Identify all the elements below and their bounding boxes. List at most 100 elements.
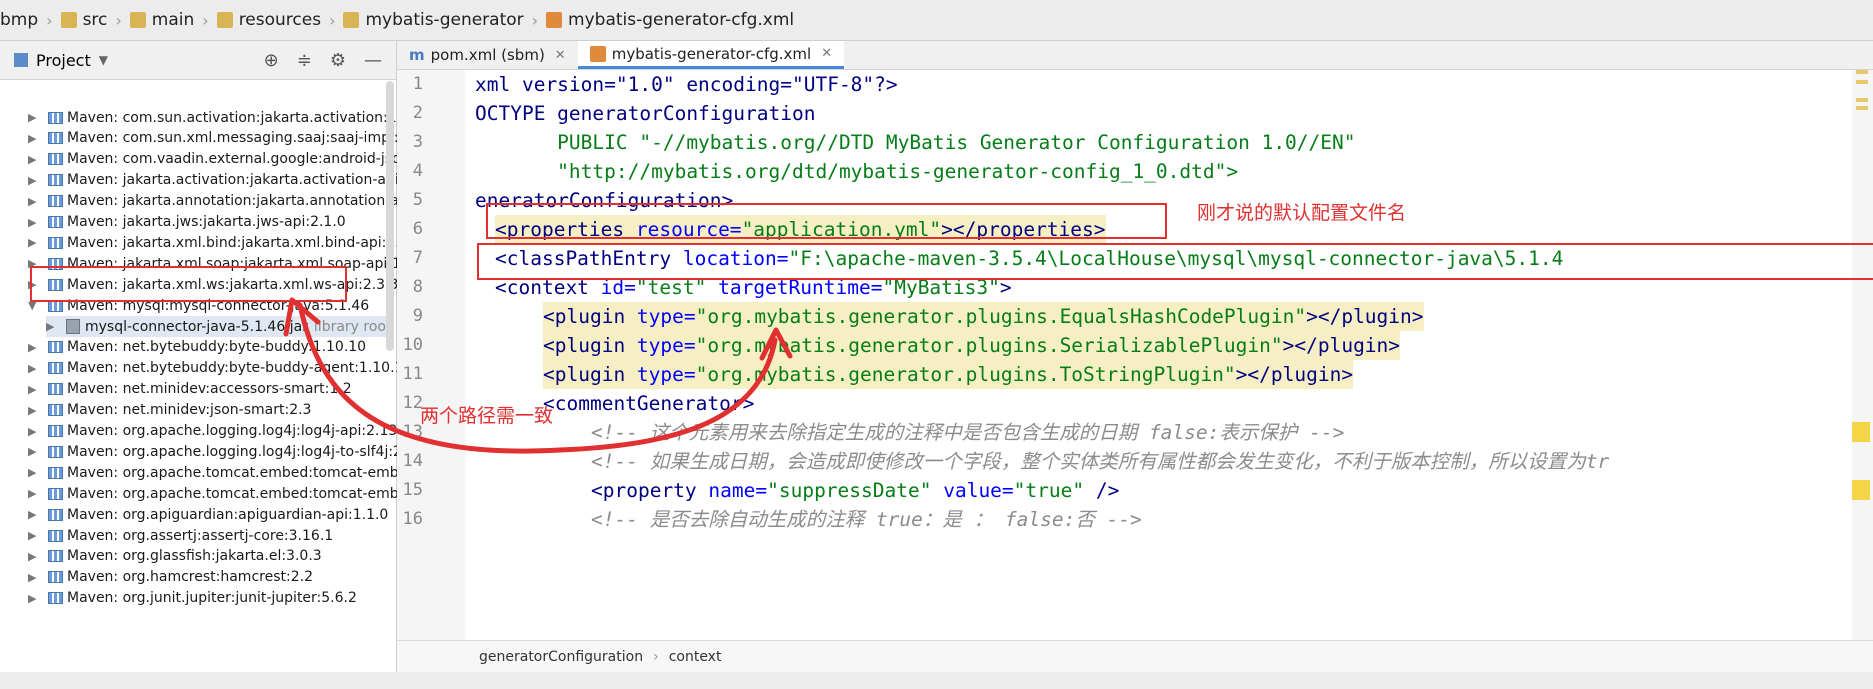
breadcrumb-label: mybatis-generator-cfg.xml <box>568 10 795 30</box>
status-bar <box>0 672 1873 689</box>
tree-item[interactable]: ▶ Maven: net.minidev:accessors-smart:1.2 <box>28 379 352 400</box>
chevron-right-icon[interactable]: ▶ <box>28 425 40 438</box>
tab-label: mybatis-generator-cfg.xml <box>611 44 812 63</box>
chevron-right-icon[interactable]: ▶ <box>28 487 40 500</box>
tree-item[interactable]: ▶ Maven: org.apache.tomcat.embed:tomcat-e… <box>28 462 443 483</box>
tree-item[interactable]: ▶ Maven: net.bytebuddy:byte-buddy:1.10.10 <box>28 337 366 358</box>
chevron-right-icon[interactable]: ▶ <box>28 592 40 605</box>
chevron-right-icon[interactable]: ▶ <box>28 174 40 187</box>
warning-marker[interactable] <box>1852 422 1870 442</box>
tree-item[interactable]: ▶ Maven: com.sun.activation:jakarta.activ… <box>28 107 423 128</box>
locate-icon[interactable]: ⊕ <box>264 50 279 71</box>
tree-item[interactable]: ▶ Maven: net.minidev:json-smart:2.3 <box>28 400 311 421</box>
warning-marker[interactable] <box>1852 480 1870 500</box>
tab-label: pom.xml (sbm) <box>430 46 545 64</box>
breadcrumb-label: mybatis-generator <box>365 10 524 30</box>
tree-item-label: Maven: org.apiguardian:apiguardian-api:1… <box>67 506 389 523</box>
breadcrumb-label: resources <box>238 10 322 30</box>
line-number: 9 <box>412 306 423 326</box>
library-icon <box>48 383 63 396</box>
tab-mybatis-generator-cfg[interactable]: mybatis-generator-cfg.xml ✕ <box>577 41 845 69</box>
chevron-right-icon[interactable]: ▶ <box>28 132 40 145</box>
chevron-right-icon: › <box>46 10 53 30</box>
code-attr: type= <box>636 363 696 386</box>
tree-item-label: Maven: net.bytebuddy:byte-buddy:1.10.10 <box>67 339 367 356</box>
tree-item[interactable]: ▶ Maven: jakarta.xml.bind:jakarta.xml.bin… <box>28 232 422 253</box>
close-icon[interactable]: ✕ <box>821 46 832 61</box>
close-icon[interactable]: ✕ <box>555 48 566 63</box>
annotation-box-properties <box>486 203 1167 239</box>
tree-item[interactable]: ▶ Maven: org.apache.logging.log4j:log4j-a… <box>28 421 411 442</box>
chevron-right-icon[interactable]: ▶ <box>28 404 40 417</box>
code-line: <!-- 如果生成日期，会造成即使修改一个字段，整个实体类所有属性都会发生变化，… <box>591 447 1609 476</box>
chevron-right-icon[interactable]: ▶ <box>28 571 40 584</box>
tree-item[interactable]: ▶ Maven: org.apiguardian:apiguardian-api:… <box>28 504 388 525</box>
breadcrumb-item[interactable]: src <box>60 10 116 30</box>
code-line: <!-- 是否去除自动生成的注释 true：是 ： false:否 --> <box>591 505 1142 534</box>
footer-breadcrumb-item[interactable]: context <box>669 649 722 665</box>
tree-item[interactable]: ▶ Maven: net.bytebuddy:byte-buddy-agent:1… <box>28 358 412 379</box>
chevron-right-icon[interactable]: ▶ <box>28 550 40 563</box>
tree-item-label: Maven: net.bytebuddy:byte-buddy-agent:1.… <box>67 360 413 377</box>
collapse-all-icon[interactable]: ≑ <box>297 50 312 71</box>
chevron-right-icon[interactable]: ▶ <box>28 445 40 458</box>
chevron-right-icon[interactable]: ▶ <box>46 320 58 333</box>
tree-item[interactable]: ▶ Maven: org.apache.tomcat.embed:tomcat-e… <box>28 483 441 504</box>
scrollbar-thumb[interactable] <box>386 81 394 351</box>
editor-scrollbar[interactable] <box>1852 70 1873 640</box>
scroll-marker <box>1856 98 1868 102</box>
chevron-down-icon[interactable]: ▼ <box>99 53 108 67</box>
line-number: 1 <box>412 74 423 94</box>
code-tag: /> <box>1084 479 1120 502</box>
breadcrumb-item[interactable]: mybatis-generator-cfg.xml <box>546 10 802 30</box>
chevron-right-icon[interactable]: ▶ <box>28 362 40 375</box>
code-line: <!-- 这个元素用来去除指定生成的注释中是否包含生成的日期 false:表示保… <box>591 418 1344 447</box>
breadcrumb-item[interactable]: main <box>129 10 202 30</box>
chevron-right-icon[interactable]: ▶ <box>28 195 40 208</box>
code-string: "suppressDate" <box>767 479 944 502</box>
tree-item[interactable]: ▶ Maven: org.assertj:assertj-core:3.16.1 <box>28 525 333 546</box>
chevron-right-icon: › <box>202 10 209 30</box>
chevron-right-icon: › <box>653 648 659 665</box>
minimize-icon[interactable]: — <box>364 50 382 71</box>
breadcrumb-item[interactable]: resources <box>216 10 329 30</box>
line-number: 5 <box>412 190 423 210</box>
library-icon <box>48 550 63 563</box>
xml-file-icon <box>589 45 606 62</box>
tree-item[interactable]: ▶ mysql-connector-java-5.1.46.jar library … <box>46 316 386 337</box>
library-icon <box>48 362 63 375</box>
chevron-right-icon[interactable]: ▶ <box>28 383 40 396</box>
code-attr: type= <box>636 305 696 328</box>
xml-file-icon <box>546 12 563 28</box>
tree-item[interactable]: ▶ Maven: org.hamcrest:hamcrest:2.2 <box>28 567 313 588</box>
chevron-right-icon[interactable]: ▶ <box>28 216 40 229</box>
gear-icon[interactable]: ⚙ <box>330 50 346 71</box>
chevron-right-icon[interactable]: ▶ <box>28 111 40 124</box>
chevron-right-icon[interactable]: ▶ <box>28 341 40 354</box>
tree-item[interactable]: ▶ Maven: com.sun.xml.messaging.saaj:saaj-… <box>28 128 434 149</box>
breadcrumb-item[interactable]: bmp <box>0 10 46 30</box>
code-comment: <!-- 如果生成日期，会造成即使修改一个字段，整个实体类所有属性都会发生变化，… <box>591 450 1610 473</box>
code-editor[interactable]: xml version="1.0" encoding="UTF-8"?> OCT… <box>465 70 1873 640</box>
footer-breadcrumb-item[interactable]: generatorConfiguration <box>479 649 643 665</box>
tree-item[interactable]: ▶ Maven: org.glassfish:jakarta.el:3.0.3 <box>28 546 322 567</box>
chevron-right-icon[interactable]: ▶ <box>28 153 40 166</box>
project-panel-title[interactable]: Project <box>36 51 91 70</box>
breadcrumb-item[interactable]: mybatis-generator <box>343 10 531 30</box>
chevron-right-icon[interactable]: ▶ <box>28 236 40 249</box>
project-panel-header: Project ▼ ⊕ ≑ ⚙ — <box>0 41 396 80</box>
tab-pom-xml[interactable]: m pom.xml (sbm) ✕ <box>397 41 578 69</box>
tree-item[interactable]: ▶ Maven: org.junit.jupiter:junit-jupiter:… <box>28 588 357 609</box>
tree-item-label: Maven: com.sun.xml.messaging.saaj:saaj-i… <box>67 130 435 147</box>
editor-tabs: m pom.xml (sbm) ✕ mybatis-generator-cfg.… <box>397 41 1873 70</box>
code-text: "http://mybatis.org/dtd/mybatis-generato… <box>475 160 1239 183</box>
chevron-right-icon[interactable]: ▶ <box>28 508 40 521</box>
code-line: <commentGenerator> <box>543 389 754 418</box>
tree-item[interactable]: ▶ Maven: org.apache.logging.log4j:log4j-t… <box>28 441 438 462</box>
tree-item[interactable]: ▶ Maven: jakarta.jws:jakarta.jws-api:2.1.… <box>28 212 346 233</box>
chevron-right-icon[interactable]: ▶ <box>28 466 40 479</box>
chevron-right-icon[interactable]: ▶ <box>28 529 40 542</box>
library-icon <box>48 111 63 124</box>
annotation-path-note: 两个路径需一致 <box>420 405 554 427</box>
tree-item[interactable]: ▶ Maven: jakarta.activation:jakarta.activ… <box>28 170 439 191</box>
